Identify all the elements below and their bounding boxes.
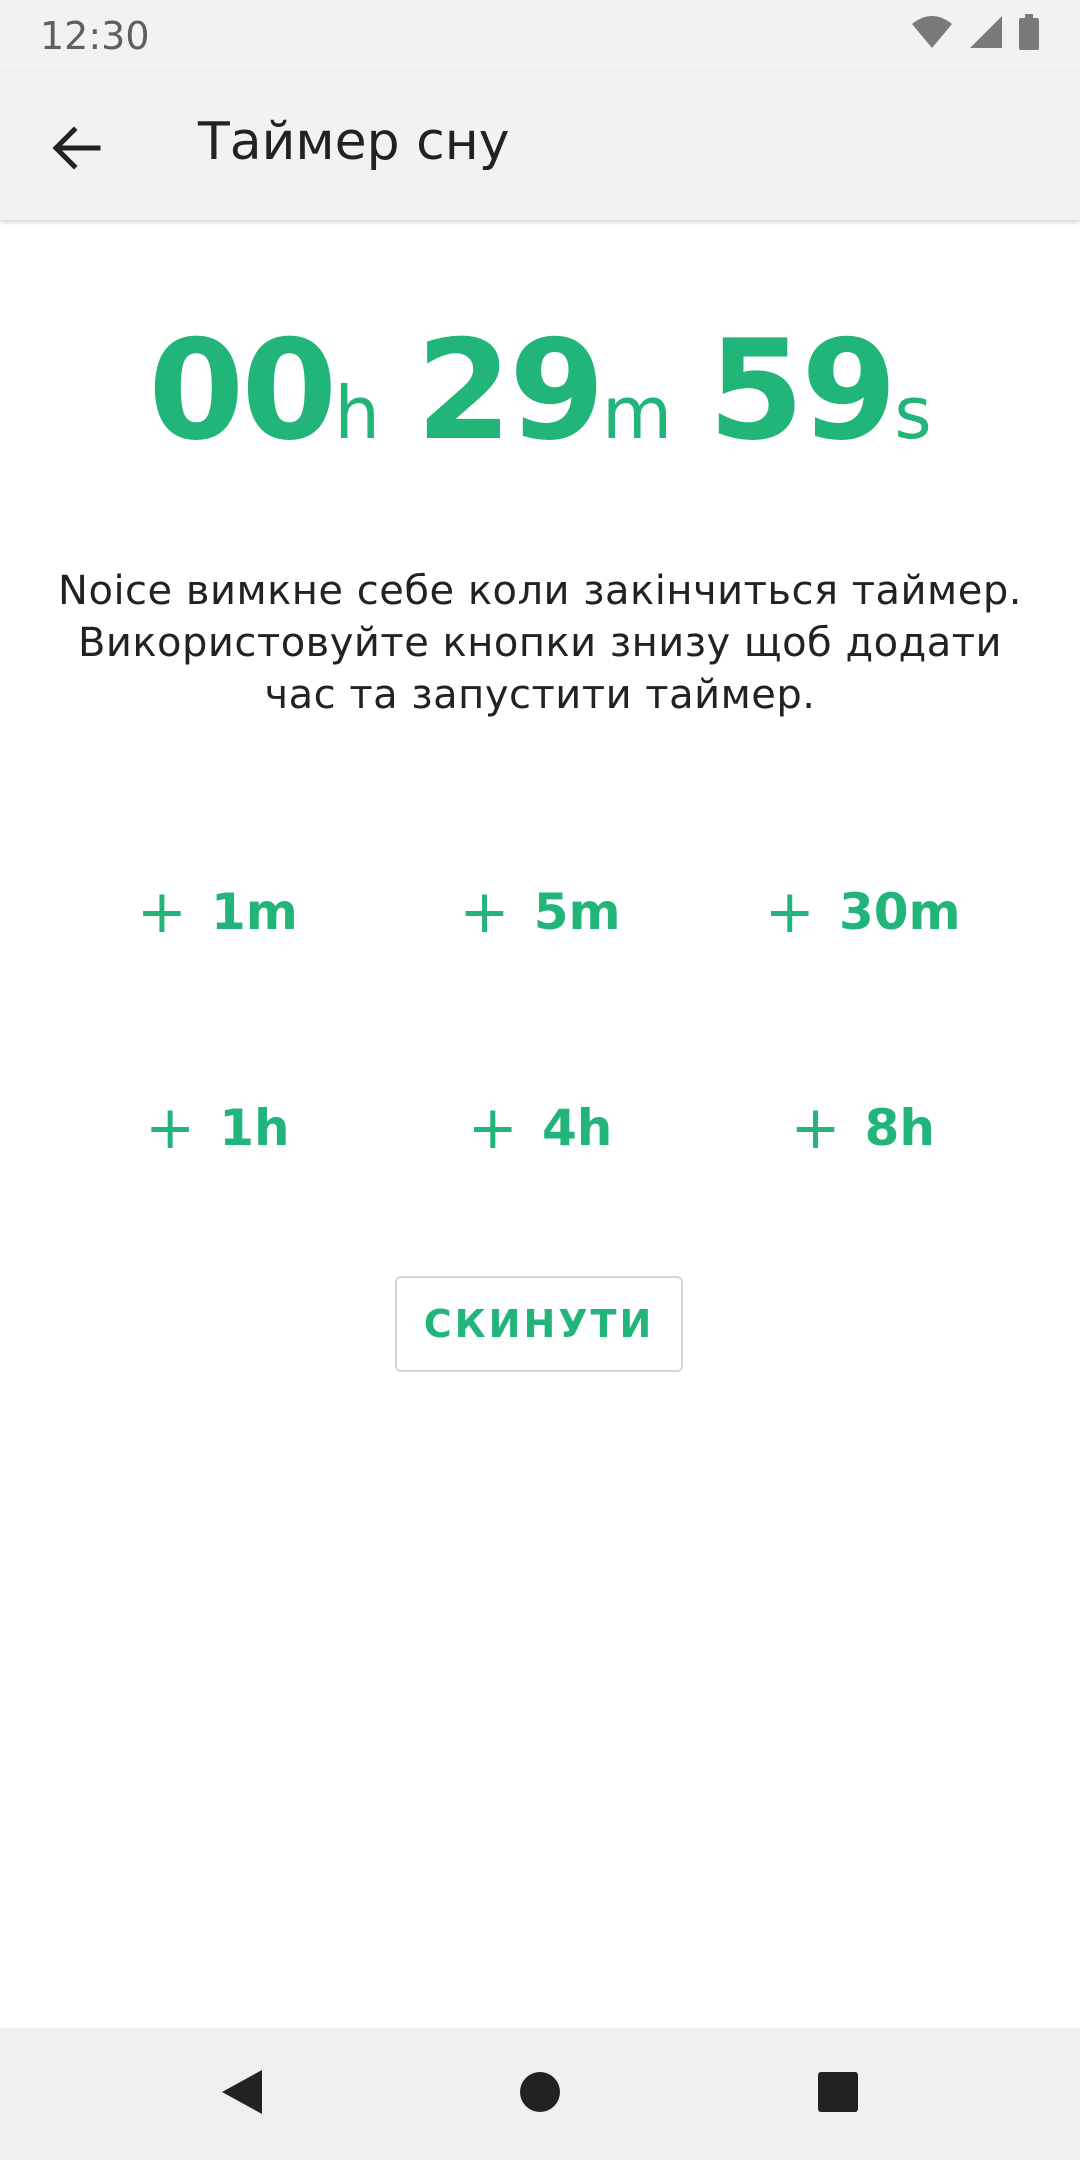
signal-icon [968,14,1004,55]
timer-seconds-unit: s [894,371,932,455]
plus-icon: + [790,1093,841,1163]
add-1m-button[interactable]: + 1m [56,860,379,964]
timer-minutes: 29 [415,310,605,471]
add-30m-button[interactable]: + 30m [701,860,1024,964]
nav-home-icon [518,2070,562,2119]
add-5m-button[interactable]: + 5m [379,860,702,964]
timer-description: Noice вимкне себе коли закінчиться тайме… [40,565,1040,721]
page-title: Таймер сну [198,112,510,172]
add-time-buttons: + 1m + 5m + 30m + 1h + 4h + 8h [56,860,1024,1180]
arrow-back-icon [50,122,102,179]
plus-icon: + [144,1093,196,1163]
nav-recents-button[interactable] [808,2064,868,2124]
add-button-label: 1m [211,883,298,941]
add-button-label: 8h [864,1099,935,1157]
description-line: час та запустити таймер. [264,672,816,718]
plus-icon: + [136,877,188,947]
timer-hours: 00 [148,310,337,471]
plus-icon: + [459,877,510,947]
timer-minutes-unit: m [602,371,673,455]
timer-seconds: 59 [708,310,897,471]
reset-button[interactable]: СКИНУТИ [395,1276,683,1372]
add-8h-button[interactable]: + 8h [701,1076,1024,1180]
system-nav-bar [0,2028,1080,2160]
nav-back-button[interactable] [212,2064,272,2124]
timer-display: 00h 29m 59s [0,310,1080,471]
add-button-label: 5m [533,883,621,941]
back-button[interactable] [40,114,112,186]
plus-icon: + [467,1093,518,1163]
add-button-label: 4h [541,1099,613,1157]
status-bar: 12:30 [0,0,1080,72]
battery-icon [1018,14,1040,55]
wifi-icon [910,14,954,55]
description-line: Використовуйте кнопки знизу щоб додати [77,620,1003,666]
add-4h-button[interactable]: + 4h [379,1076,702,1180]
timer-hours-unit: h [334,371,380,455]
add-button-label: 1h [219,1099,290,1157]
plus-icon: + [764,877,815,947]
nav-recents-icon [816,2070,860,2119]
nav-home-button[interactable] [510,2064,570,2124]
status-time: 12:30 [40,14,150,58]
description-line: Noice вимкне себе коли закінчиться тайме… [58,568,1022,614]
add-button-label: 30m [838,883,961,941]
nav-back-icon [220,2068,264,2121]
add-1h-button[interactable]: + 1h [56,1076,379,1180]
app-bar: Таймер сну [0,72,1080,220]
status-icons [910,14,1040,55]
